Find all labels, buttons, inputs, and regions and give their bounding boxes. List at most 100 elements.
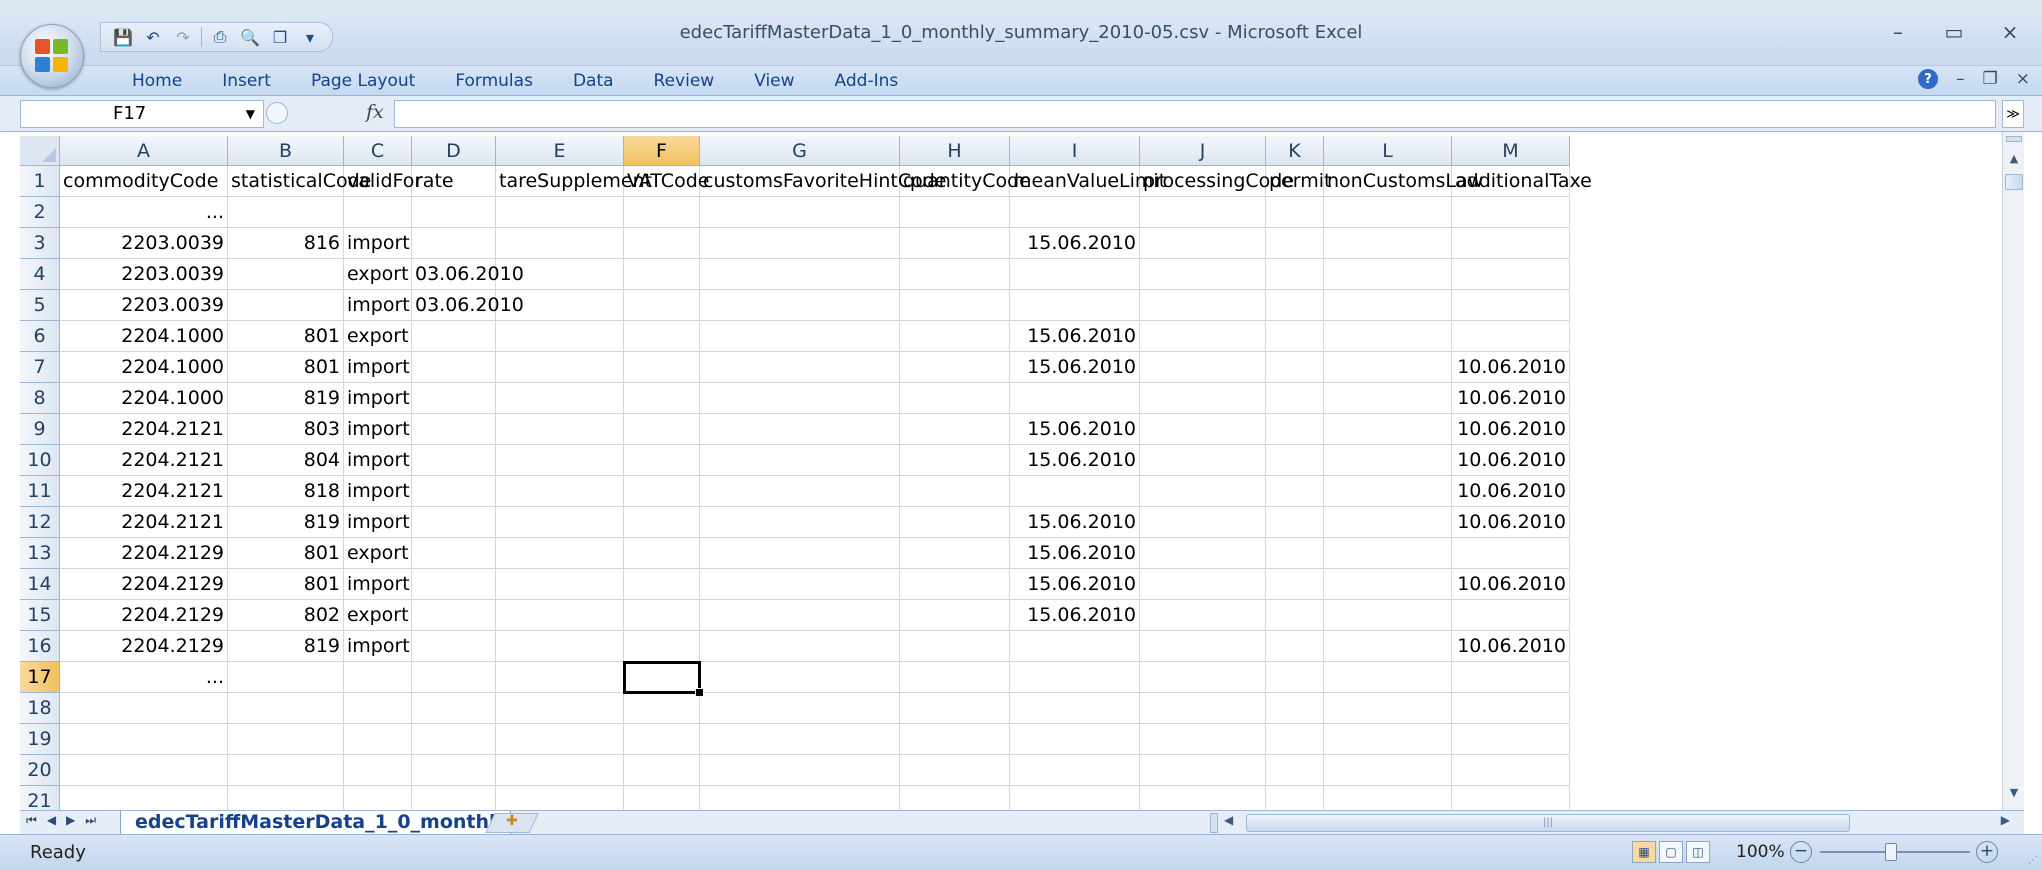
cell-c21[interactable] xyxy=(344,786,412,810)
cell-f7[interactable] xyxy=(624,352,700,383)
cell-h12[interactable] xyxy=(900,507,1010,538)
cell-d9[interactable] xyxy=(412,414,496,445)
row-header-7[interactable]: 7 xyxy=(20,352,60,383)
cell-h1[interactable]: quantityCode xyxy=(900,166,1031,197)
cell-b21[interactable] xyxy=(228,786,344,810)
cell-h4[interactable] xyxy=(900,259,1010,290)
cell-l15[interactable] xyxy=(1324,600,1452,631)
cell-h10[interactable] xyxy=(900,445,1010,476)
cell-e1[interactable]: tareSupplement xyxy=(496,166,652,197)
cell-l17[interactable] xyxy=(1324,662,1452,693)
cell-g13[interactable] xyxy=(700,538,900,569)
cell-g7[interactable] xyxy=(700,352,900,383)
cell-l6[interactable] xyxy=(1324,321,1452,352)
row-header-13[interactable]: 13 xyxy=(20,538,60,569)
cell-a10[interactable]: 2204.2121 xyxy=(60,445,228,476)
cell-b9[interactable]: 803 xyxy=(228,414,344,445)
cell-g8[interactable] xyxy=(700,383,900,414)
cell-e20[interactable] xyxy=(496,755,624,786)
cell-m14[interactable]: 10.06.2010 xyxy=(1452,569,1570,600)
cell-k1[interactable]: permit xyxy=(1266,166,1331,197)
cell-h15[interactable] xyxy=(900,600,1010,631)
cell-k5[interactable] xyxy=(1266,290,1324,321)
help-icon[interactable]: ? xyxy=(1918,69,1938,89)
cell-a14[interactable]: 2204.2129 xyxy=(60,569,228,600)
cell-e8[interactable] xyxy=(496,383,624,414)
cell-f5[interactable] xyxy=(624,290,700,321)
cell-c6[interactable]: export xyxy=(344,321,412,352)
ribbon-tab-home[interactable]: Home xyxy=(112,68,202,94)
cell-i19[interactable] xyxy=(1010,724,1140,755)
cell-f15[interactable] xyxy=(624,600,700,631)
cell-g5[interactable] xyxy=(700,290,900,321)
chevron-down-icon[interactable]: ▼ xyxy=(246,107,255,121)
column-header-h[interactable]: H xyxy=(900,136,1010,166)
column-header-i[interactable]: I xyxy=(1010,136,1140,166)
cell-i7[interactable]: 15.06.2010 xyxy=(1010,352,1140,383)
cell-l8[interactable] xyxy=(1324,383,1452,414)
cell-h2[interactable] xyxy=(900,197,1010,228)
cell-g6[interactable] xyxy=(700,321,900,352)
cell-h9[interactable] xyxy=(900,414,1010,445)
cell-l19[interactable] xyxy=(1324,724,1452,755)
cell-h18[interactable] xyxy=(900,693,1010,724)
cell-f19[interactable] xyxy=(624,724,700,755)
cell-f20[interactable] xyxy=(624,755,700,786)
cell-e9[interactable] xyxy=(496,414,624,445)
cell-l9[interactable] xyxy=(1324,414,1452,445)
cell-l7[interactable] xyxy=(1324,352,1452,383)
cell-l20[interactable] xyxy=(1324,755,1452,786)
cell-h8[interactable] xyxy=(900,383,1010,414)
cell-l18[interactable] xyxy=(1324,693,1452,724)
cell-l13[interactable] xyxy=(1324,538,1452,569)
cell-f21[interactable] xyxy=(624,786,700,810)
cell-h11[interactable] xyxy=(900,476,1010,507)
select-all-button[interactable] xyxy=(20,136,60,166)
cell-l1[interactable]: nonCustomsLaw xyxy=(1324,166,1483,197)
cell-c11[interactable]: import xyxy=(344,476,412,507)
cell-h7[interactable] xyxy=(900,352,1010,383)
cell-h20[interactable] xyxy=(900,755,1010,786)
cell-b14[interactable]: 801 xyxy=(228,569,344,600)
cell-c7[interactable]: import xyxy=(344,352,412,383)
cell-m11[interactable]: 10.06.2010 xyxy=(1452,476,1570,507)
column-header-g[interactable]: G xyxy=(700,136,900,166)
cell-f13[interactable] xyxy=(624,538,700,569)
minimize-button[interactable]: – xyxy=(1884,18,1912,46)
cell-c16[interactable]: import xyxy=(344,631,412,662)
cell-f4[interactable] xyxy=(624,259,700,290)
row-header-18[interactable]: 18 xyxy=(20,693,60,724)
cell-h16[interactable] xyxy=(900,631,1010,662)
cell-j21[interactable] xyxy=(1140,786,1266,810)
cell-e18[interactable] xyxy=(496,693,624,724)
cell-a19[interactable] xyxy=(60,724,228,755)
formula-bar-splitter[interactable] xyxy=(266,102,288,124)
scroll-left-icon[interactable]: ◀ xyxy=(1224,813,1233,827)
cell-a15[interactable]: 2204.2129 xyxy=(60,600,228,631)
ribbon-tab-page-layout[interactable]: Page Layout xyxy=(291,68,435,94)
cell-l21[interactable] xyxy=(1324,786,1452,810)
cell-l5[interactable] xyxy=(1324,290,1452,321)
cell-f6[interactable] xyxy=(624,321,700,352)
cell-k12[interactable] xyxy=(1266,507,1324,538)
tab-split-box[interactable] xyxy=(1210,813,1218,833)
cell-g3[interactable] xyxy=(700,228,900,259)
prev-sheet-icon[interactable]: ◀ xyxy=(47,813,56,828)
row-header-10[interactable]: 10 xyxy=(20,445,60,476)
cell-d2[interactable] xyxy=(412,197,496,228)
cell-b8[interactable]: 819 xyxy=(228,383,344,414)
cell-c3[interactable]: import xyxy=(344,228,412,259)
cell-h13[interactable] xyxy=(900,538,1010,569)
cell-g1[interactable]: customsFavoriteHintCode xyxy=(700,166,947,197)
ribbon-tab-data[interactable]: Data xyxy=(553,68,634,94)
cell-l14[interactable] xyxy=(1324,569,1452,600)
cell-g9[interactable] xyxy=(700,414,900,445)
cell-f10[interactable] xyxy=(624,445,700,476)
doc-minimize-button[interactable]: – xyxy=(1956,69,1965,89)
cell-g10[interactable] xyxy=(700,445,900,476)
zoom-level[interactable]: 100% xyxy=(1736,842,1785,862)
cell-a12[interactable]: 2204.2121 xyxy=(60,507,228,538)
cell-f18[interactable] xyxy=(624,693,700,724)
close-button[interactable]: × xyxy=(1996,18,2024,46)
page-break-view-icon[interactable]: ◫ xyxy=(1686,841,1710,863)
